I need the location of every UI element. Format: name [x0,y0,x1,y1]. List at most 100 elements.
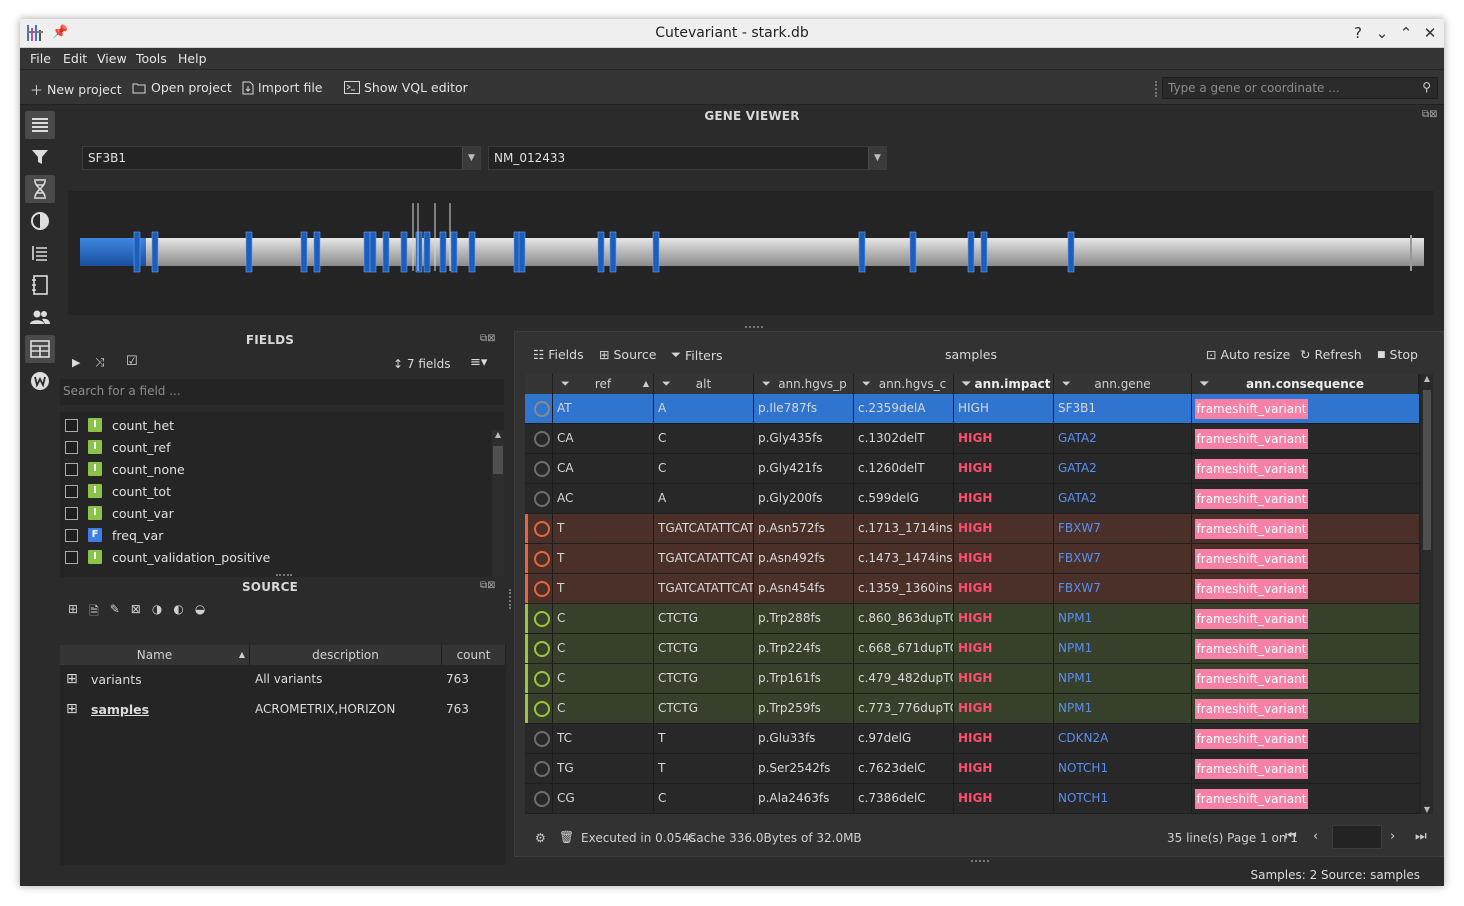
variant-table-scrollbar[interactable]: ▲ ▼ [1421,374,1433,814]
header-alt[interactable]: ⏷ alt [654,374,754,394]
source-row[interactable]: ⊞ variants All variants 763 [60,665,506,695]
filter-icon[interactable] [25,143,55,171]
field-checkbox[interactable] [65,550,78,564]
shuffle-icon[interactable]: ⤨ [95,355,105,370]
favorite-circle-icon[interactable] [534,731,550,747]
field-list-item[interactable]: Icount_het [60,414,174,436]
variant-row[interactable]: CA Cp.Gly421fs c.1260delT HIGH GATA2 frameshi… [525,454,1419,484]
row-marker[interactable] [525,694,553,723]
splitter-handle[interactable] [745,326,763,330]
stop-button[interactable]: ■ Stop [1377,347,1418,362]
gene-viewer-icon[interactable] [25,175,55,203]
samples-users-icon[interactable] [25,303,55,331]
menu-tools[interactable]: Tools [136,51,167,66]
row-marker[interactable] [525,724,553,753]
variant-row[interactable]: CCTCTGp.Trp288fsc.860_863dupTCTGHIGHNPM1… [525,604,1419,634]
new-project-button[interactable]: ＋ New project [30,80,122,99]
last-page-icon[interactable]: ⏭ [1415,829,1427,844]
field-checkbox[interactable] [65,440,78,454]
menu-help[interactable]: Help [178,51,207,66]
next-page-icon[interactable]: › [1390,829,1395,844]
header-consequence[interactable]: ⏷ ann.consequence [1192,374,1419,394]
row-marker[interactable] [525,574,553,603]
prev-page-icon[interactable]: ‹ [1313,829,1318,844]
field-checkbox[interactable] [65,462,78,476]
variant-row[interactable]: CCTCTGp.Trp224fsc.668_671dupTCTGHIGHNPM1… [525,634,1419,664]
search-icon[interactable]: ⚲ [1422,80,1431,94]
variant-row[interactable]: AT Ap.Ile787fs c.2359delA HIGH SF3B1 frameshi… [525,394,1419,424]
cell-gene[interactable]: NPM1 [1054,634,1192,663]
cell-gene[interactable]: GATA2 [1054,424,1192,453]
first-page-icon[interactable]: ⏮ [1285,829,1297,844]
favorite-circle-icon[interactable] [534,671,550,687]
close-window-button[interactable]: ✕ [1420,24,1440,42]
field-list-item[interactable]: Icount_ref [60,436,170,458]
header-ref[interactable]: ⏷ ref ▲ [553,374,654,394]
favorite-circle-icon[interactable] [534,791,550,807]
variant-row[interactable]: CCTCTGp.Trp259fsc.773_776dupTCTGHIGHNPM1… [525,694,1419,724]
source-tool-button[interactable]: ⊞ Source [599,347,656,362]
gene-track-canvas[interactable] [68,191,1434,315]
gene-search-input[interactable]: Type a gene or coordinate ... ⚲ [1162,77,1438,99]
cell-gene[interactable]: GATA2 [1054,454,1192,483]
cell-gene[interactable]: NOTCH1 [1054,784,1192,813]
favorite-circle-icon[interactable] [534,701,550,717]
filters-tool-button[interactable]: ⏷ Filters [671,347,723,363]
panel-float-close-icon[interactable]: ⧉⊠ [1422,109,1438,120]
favorite-circle-icon[interactable] [534,581,550,597]
remove-source-icon[interactable]: ⊠ [131,602,141,623]
contrast-icon[interactable] [25,207,55,235]
favorite-circle-icon[interactable] [534,611,550,627]
transcript-select[interactable]: NM_012433 ▼ [488,146,887,170]
favorite-circle-icon[interactable] [534,641,550,657]
fields-scrollbar[interactable]: ▲ ▼ [492,430,504,586]
field-checkbox[interactable] [65,484,78,498]
fields-editor-icon[interactable] [25,239,55,267]
variant-row[interactable]: CA Cp.Gly435fs c.1302delT HIGH GATA2 frameshi… [525,424,1419,454]
add-source-icon[interactable]: ⊞ [68,602,78,623]
row-marker[interactable] [525,784,553,813]
variant-row[interactable]: TTGATCATATTCATATp.Asn492fsc.1473_1474ins… [525,544,1419,574]
union-icon[interactable]: ◐ [173,602,183,623]
maximize-button[interactable]: ⌃ [1396,24,1416,42]
field-list-item[interactable]: Icount_var [60,502,174,524]
help-button[interactable]: ? [1348,24,1368,42]
page-number-input[interactable] [1332,825,1382,849]
checklist-icon[interactable]: ☑ [126,354,138,369]
notebook-icon[interactable] [25,271,55,299]
row-marker[interactable] [525,454,553,483]
variant-row[interactable]: CG Cp.Ala2463fs c.7386delC HIGH NOTCH1 frames… [525,784,1419,814]
favorite-circle-icon[interactable] [534,551,550,567]
variant-row[interactable]: TC Tp.Glu33fs c.97delG HIGH CDKN2A frameshift… [525,724,1419,754]
cell-gene[interactable]: SF3B1 [1054,394,1192,423]
favorite-circle-icon[interactable] [534,761,550,777]
field-list-item[interactable]: Ffreq_var [60,524,163,546]
source-header-count[interactable]: count [442,645,506,665]
field-list-item[interactable]: Icount_validation_positive [60,546,270,568]
panel-float-close-icon[interactable]: ⧉⊠ [480,333,496,344]
cell-gene[interactable]: FBXW7 [1054,574,1192,603]
field-list-item[interactable]: Icount_tot [60,480,171,502]
favorite-circle-icon[interactable] [534,431,550,447]
fields-count[interactable]: ↕ 7 fields [393,357,450,371]
source-header-name[interactable]: Name ▲ [60,645,250,665]
hamburger-menu-icon[interactable]: ≡▾ [470,355,487,370]
row-marker[interactable] [525,754,553,783]
header-hgvs-c[interactable]: ⏷ ann.hgvs_c [854,374,954,394]
cell-gene[interactable]: CDKN2A [1054,724,1192,753]
difference-icon[interactable]: ◒ [195,602,205,623]
variant-row[interactable]: CCTCTGp.Trp161fsc.479_482dupTCTGHIGHNPM1… [525,664,1419,694]
header-hgvs-p[interactable]: ⏷ ann.hgvs_p [754,374,854,394]
source-row[interactable]: ⊞ samples ACROMETRIX,HORIZON 763 [60,695,506,725]
row-marker[interactable] [525,664,553,693]
wordset-icon[interactable] [25,367,55,395]
variant-row[interactable]: TTGATCATATTCATATp.Asn572fsc.1713_1714ins… [525,514,1419,544]
row-marker[interactable] [525,514,553,543]
field-checkbox[interactable] [65,418,78,432]
variant-row[interactable]: AC Ap.Gly200fs c.599delG HIGH GATA2 frameshif… [525,484,1419,514]
variant-row[interactable]: TG Tp.Ser2542fs c.7623delC HIGH NOTCH1 frames… [525,754,1419,784]
row-marker[interactable] [525,604,553,633]
field-checkbox[interactable] [65,506,78,520]
splitter-handle[interactable] [971,860,989,864]
header-impact[interactable]: ⏷ ann.impact [954,374,1054,394]
